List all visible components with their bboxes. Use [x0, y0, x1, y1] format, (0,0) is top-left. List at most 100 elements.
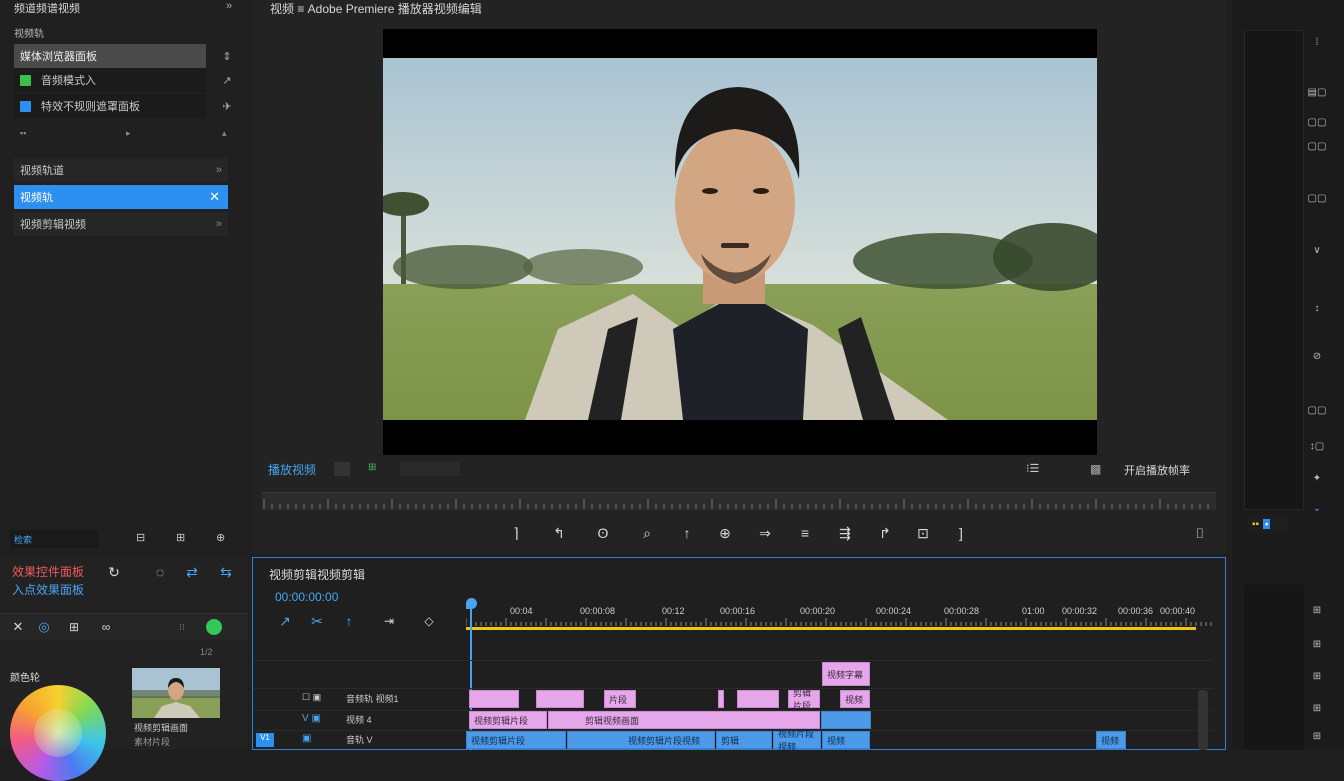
list-item[interactable]: 视频轨道 »	[14, 158, 228, 182]
tab-more-icon[interactable]: ⁝⁝	[172, 616, 192, 638]
timeline-clip[interactable]	[737, 690, 779, 708]
tab-grid-icon[interactable]: ⊞	[64, 616, 84, 638]
tab-curves-icon[interactable]: ∞	[96, 616, 116, 638]
tool-type-icon[interactable]: ✦	[1302, 468, 1332, 488]
timeline-clip[interactable]: 视频剪辑片段	[469, 711, 547, 729]
tool-select-icon[interactable]: ▤▢	[1302, 82, 1332, 102]
video-preview[interactable]	[377, 29, 1113, 455]
camera-icon[interactable]: ▩	[1090, 462, 1114, 476]
expand-icon: »	[215, 164, 222, 176]
pointer-icon[interactable]: ↗	[212, 68, 242, 92]
loop-icon[interactable]: ʘ	[592, 520, 614, 546]
tab-color-icon[interactable]: ◎	[34, 616, 54, 638]
step-back-icon[interactable]: ⌕	[636, 520, 658, 546]
mark-in-icon[interactable]: ⌉	[506, 520, 526, 546]
go-to-out-icon[interactable]: ↱	[874, 520, 896, 546]
tool-track-icon[interactable]: ▢▢	[1302, 112, 1332, 132]
track-toggle-icon[interactable]: ☐ ▣	[302, 692, 326, 706]
track-target-icon[interactable]: V ▣	[302, 713, 338, 727]
lower-tool-2-icon[interactable]: ⊞	[1302, 634, 1332, 654]
timeline-clip[interactable]	[536, 690, 584, 708]
scroll-icon[interactable]: ⇕	[212, 44, 242, 68]
tool-ripple-icon[interactable]: ▢▢	[1302, 136, 1332, 156]
export-frame-icon[interactable]: ⊡	[912, 520, 934, 546]
tool-roll-icon[interactable]: ▢▢	[1302, 188, 1332, 208]
search-input[interactable]: 检索	[10, 530, 98, 548]
panel-item-audio[interactable]: 音频模式入	[14, 68, 206, 92]
timeline-clip[interactable]	[469, 690, 519, 708]
plane-icon[interactable]: ✈	[212, 94, 242, 118]
clip-thumbnail[interactable]	[132, 668, 220, 718]
safe-margin-icon[interactable]: ⊞	[368, 462, 388, 476]
swap-icon[interactable]: ⇄	[182, 563, 202, 581]
mark-out-icon[interactable]: ]	[954, 520, 968, 546]
tab-fx-icon[interactable]: ✕	[8, 616, 28, 638]
new-item-icon[interactable]: ⊕	[216, 531, 230, 547]
zoom-select[interactable]	[334, 462, 350, 476]
list-item[interactable]: 视频剪辑视频 »	[14, 212, 228, 236]
timecode-display[interactable]: 播放视频	[268, 461, 338, 477]
time-ruler[interactable]	[465, 602, 1216, 630]
lift-icon[interactable]: ↑	[676, 520, 698, 546]
sub-row-up-icon[interactable]: ▴	[222, 128, 234, 140]
panel-menu-icon[interactable]: »	[226, 0, 240, 16]
icon-view-icon[interactable]: ⊞	[176, 531, 190, 547]
panel-item-effects[interactable]: 特效不规则遮罩面板	[14, 94, 206, 118]
insert-icon[interactable]: ⇶	[834, 520, 856, 546]
tool-slip-icon[interactable]: ↕	[1302, 298, 1332, 318]
lower-tool-5-icon[interactable]: ⊞	[1302, 726, 1332, 746]
timeline-timecode[interactable]: 00:00:00:00	[275, 590, 385, 604]
tool-pen-icon[interactable]: ⊘	[1302, 346, 1332, 366]
scrubber-bar[interactable]	[262, 492, 1216, 510]
meter-controls[interactable]: ▪▪ ▪	[1248, 514, 1288, 534]
panel-item-media[interactable]: 媒体浏览器面板	[14, 44, 206, 68]
timeline-clip[interactable]: 片段	[604, 690, 636, 708]
tool-hand-icon[interactable]: ▢▢	[1302, 400, 1332, 420]
list-item-selected[interactable]: 视频轨 ✕	[14, 185, 228, 209]
go-to-in-icon[interactable]: ↰	[548, 520, 570, 546]
tool-razor-icon[interactable]: ∨	[1302, 240, 1332, 260]
snap-icon[interactable]: ↗	[275, 612, 295, 630]
timeline-clip-blue[interactable]: 视频	[1096, 731, 1126, 749]
track-divider	[254, 688, 1214, 689]
timeline-clip-blue[interactable]	[821, 711, 871, 729]
timeline-clip-blue[interactable]: 剪辑	[716, 731, 772, 749]
button-editor-icon[interactable]: ⌷	[1190, 520, 1210, 546]
link-icon[interactable]: ⇆	[216, 563, 236, 581]
close-icon[interactable]: ✕	[209, 189, 220, 205]
work-area-bar[interactable]	[466, 627, 1196, 630]
playback-resolution[interactable]: 开启播放帧率	[1124, 462, 1220, 476]
timeline-clip-blue[interactable]: 视频剪辑片段视频	[567, 731, 715, 749]
step-forward-icon[interactable]: ≡	[794, 520, 816, 546]
resolution-select[interactable]	[400, 462, 460, 476]
track-source-chip[interactable]: V1	[256, 733, 274, 747]
enable-toggle[interactable]	[206, 619, 222, 635]
timeline-clip-blue[interactable]: 视频剪辑片段	[466, 731, 566, 749]
tool-zoom-icon[interactable]: ↕▢	[1302, 436, 1332, 456]
title-clip[interactable]: 视频字幕	[822, 662, 870, 686]
lower-tool-1-icon[interactable]: ⊞	[1302, 600, 1332, 620]
mask-icon[interactable]: ◌	[150, 563, 170, 581]
tool-expand-icon[interactable]: ⌄	[1302, 498, 1332, 518]
lower-tool-4-icon[interactable]: ⊞	[1302, 698, 1332, 718]
timeline-clip[interactable]	[718, 690, 724, 708]
sub-row-arrow-icon[interactable]: ▸	[126, 128, 138, 140]
timeline-clip-blue[interactable]: 视频	[822, 731, 870, 749]
lift-up-icon[interactable]: ↑	[339, 612, 359, 630]
reset-icon[interactable]: ↻	[104, 563, 124, 581]
timeline-clip-blue[interactable]: 视频片段视频	[773, 729, 821, 752]
settings-dropdown-icon[interactable]: ◇	[417, 612, 441, 630]
add-marker-icon[interactable]: ⊕	[714, 520, 736, 546]
play-icon[interactable]: ⇒	[754, 520, 776, 546]
lower-tool-3-icon[interactable]: ⊞	[1302, 666, 1332, 686]
panel-menu-icon[interactable]: ⁞	[1302, 32, 1332, 52]
marker-icon[interactable]: ⇥	[379, 612, 399, 630]
timeline-clip[interactable]: 视频	[840, 690, 870, 708]
list-view-icon[interactable]: ⊟	[136, 531, 150, 547]
settings-icon[interactable]: ⁝☰	[1026, 462, 1056, 476]
color-wheel[interactable]	[10, 685, 106, 781]
track-lock-icon[interactable]: ▣	[302, 733, 338, 747]
timeline-clip[interactable]: 剪辑片段	[788, 688, 820, 711]
razor-icon[interactable]: ✂	[307, 612, 327, 630]
timeline-scrollbar[interactable]	[1198, 690, 1208, 750]
